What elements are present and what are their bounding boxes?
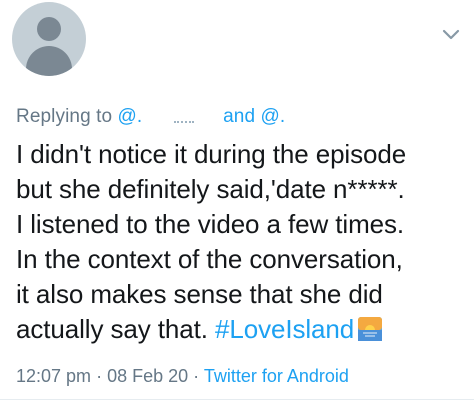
tweet-line: it also makes sense that she did xyxy=(16,279,383,309)
meta-separator: · xyxy=(96,366,103,386)
avatar[interactable] xyxy=(12,2,86,76)
tweet-date[interactable]: 08 Feb 20 xyxy=(107,366,188,386)
reply-handle-2[interactable]: @. xyxy=(261,106,286,127)
default-avatar-shoulders-icon xyxy=(26,46,72,76)
tweet-time[interactable]: 12:07 pm xyxy=(16,366,91,386)
tweet-line: I didn't notice it during the episode xyxy=(16,139,407,169)
hashtag-link[interactable]: #LoveIsland xyxy=(215,314,354,344)
reply-handle-1[interactable]: @. xyxy=(118,106,143,127)
tweet-line: In the context of the conversation, xyxy=(16,244,403,274)
default-avatar-head-icon xyxy=(37,17,61,41)
tweet-line-last: actually say that. #LoveIsland xyxy=(16,312,468,347)
reply-connector: and xyxy=(223,106,256,127)
chevron-down-icon[interactable] xyxy=(442,28,460,42)
tweet-line-text: actually say that. xyxy=(16,314,208,344)
redacted-handle xyxy=(148,110,218,124)
sunrise-island-emoji-icon xyxy=(358,317,383,341)
tweet-text: I didn't notice it during the episode bu… xyxy=(16,137,468,347)
tweet-source-link[interactable]: Twitter for Android xyxy=(204,366,349,386)
tweet-line: but she definitely said,'date n*****. xyxy=(16,174,405,204)
tweet-line: I listened to the video a few times. xyxy=(16,209,405,239)
replying-to-label: Replying to xyxy=(16,106,113,127)
tweet-meta: 12:07 pm · 08 Feb 20 · Twitter for Andro… xyxy=(16,366,349,387)
meta-separator: · xyxy=(193,366,200,386)
replying-to-line: Replying to @. and @. xyxy=(16,106,285,128)
divider xyxy=(0,399,474,400)
